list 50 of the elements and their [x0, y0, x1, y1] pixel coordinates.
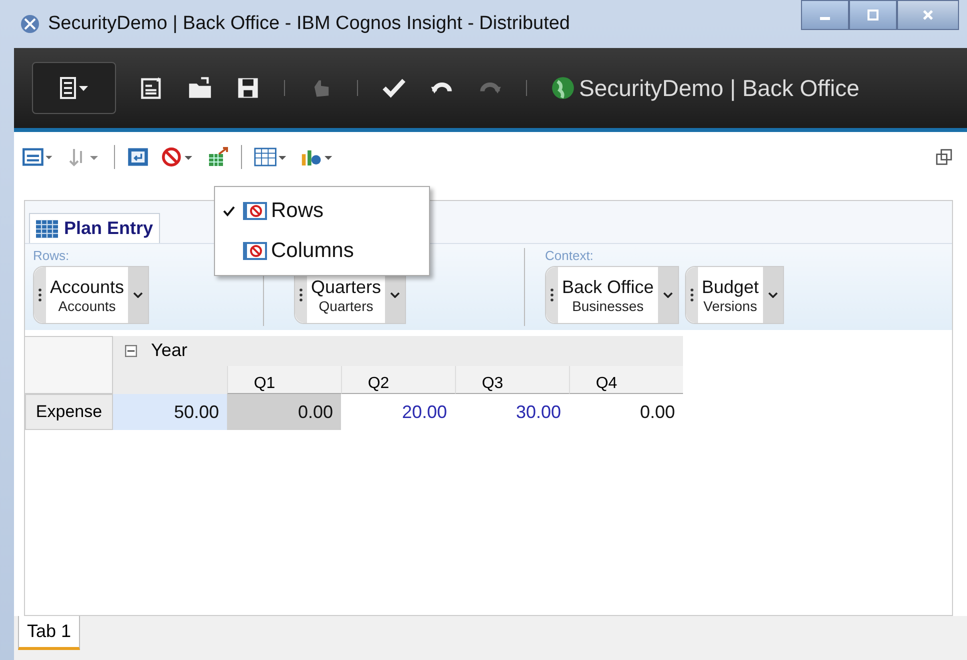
swap-icon[interactable]	[127, 146, 149, 168]
dimension-pill[interactable]: Back Office Businesses	[545, 266, 679, 324]
minimize-icon	[820, 16, 830, 20]
suppress-icon	[243, 201, 267, 221]
window-title: SecurityDemo | Back Office - IBM Cognos Insight - Distributed	[48, 13, 570, 35]
dimension-pill[interactable]: Accounts Accounts	[33, 266, 150, 324]
menu-item[interactable]: Rows	[215, 191, 429, 231]
dimension-pill[interactable]: Budget Versions	[684, 266, 784, 324]
column-header[interactable]: Q2	[341, 366, 455, 394]
app-icon	[20, 14, 40, 34]
chevron-down-icon[interactable]	[662, 292, 673, 298]
table-cell[interactable]: 0.00	[569, 394, 683, 430]
drag-handle[interactable]	[686, 267, 698, 323]
table-cell[interactable]: 0.00	[227, 394, 341, 430]
restore-icon[interactable]	[935, 148, 953, 166]
chevron-down-icon[interactable]	[768, 292, 778, 298]
drag-handle[interactable]	[546, 267, 558, 323]
table-cell[interactable]: 50.00	[113, 394, 227, 430]
checkmark-icon[interactable]	[382, 76, 406, 100]
suppress-dropdown-icon[interactable]	[161, 146, 195, 168]
close-button[interactable]	[897, 0, 959, 30]
area-label: Rows:	[33, 248, 70, 264]
save-icon[interactable]	[236, 76, 260, 100]
workspace-title: SecurityDemo | Back Office	[579, 74, 860, 102]
grid-icon	[36, 220, 58, 238]
column-header[interactable]: Q3	[455, 366, 569, 394]
plan-entry-tab[interactable]: Plan Entry	[29, 213, 160, 243]
globe-icon	[551, 76, 575, 100]
drag-handle[interactable]	[34, 267, 46, 323]
list-menu-icon	[59, 77, 89, 99]
table-cell[interactable]: 20.00	[341, 394, 455, 430]
chevron-down-icon[interactable]	[133, 292, 144, 298]
column-header[interactable]: Q4	[569, 366, 683, 394]
menu-button[interactable]	[32, 62, 116, 114]
row-header[interactable]: Expense	[25, 394, 113, 430]
table-cell[interactable]: 30.00	[455, 394, 569, 430]
maximize-icon	[867, 9, 879, 21]
area-label: Context:	[545, 248, 594, 264]
table-dropdown-icon[interactable]	[254, 146, 288, 168]
folder-icon[interactable]	[188, 76, 212, 100]
maximize-button[interactable]	[849, 0, 897, 30]
suppress-icon	[243, 241, 267, 261]
column-header[interactable]: Year	[113, 336, 227, 394]
export-icon[interactable]	[207, 146, 229, 168]
minimize-button[interactable]	[801, 0, 849, 30]
close-icon	[922, 9, 934, 21]
column-header[interactable]: Q1	[227, 366, 341, 394]
collapse-icon[interactable]	[125, 345, 137, 357]
chevron-down-icon[interactable]	[390, 292, 400, 298]
sheet-tab[interactable]: Tab 1	[18, 616, 80, 650]
